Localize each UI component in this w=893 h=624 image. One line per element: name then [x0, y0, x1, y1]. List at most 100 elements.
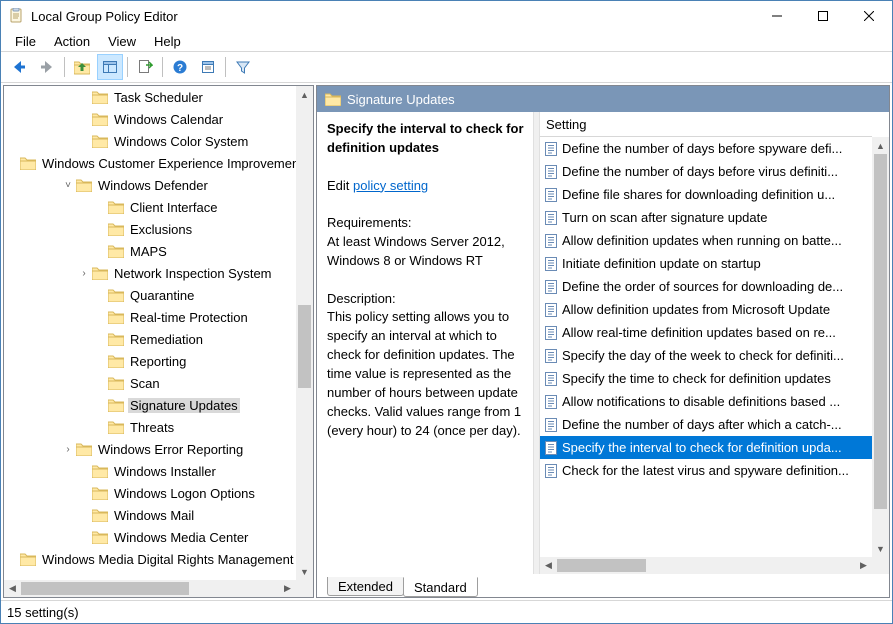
maximize-button[interactable] — [800, 1, 846, 31]
results-pane: Signature Updates Specify the interval t… — [316, 85, 890, 598]
menu-file[interactable]: File — [7, 33, 44, 50]
folder-icon — [108, 332, 124, 346]
list-item-label: Define the number of days after which a … — [562, 417, 842, 432]
tree-item[interactable]: Quarantine — [4, 284, 296, 306]
settings-list-pane: Setting Define the number of days before… — [540, 112, 889, 574]
tree-item[interactable]: Windows Media Center — [4, 526, 296, 548]
scroll-down-icon[interactable]: ▼ — [296, 563, 313, 580]
list-item[interactable]: Specify the interval to check for defini… — [540, 436, 872, 459]
chevron-right-icon[interactable]: › — [60, 444, 76, 455]
tree-item[interactable]: Windows Mail — [4, 504, 296, 526]
list-item[interactable]: Allow definition updates when running on… — [540, 229, 872, 252]
tree-item[interactable]: Real-time Protection — [4, 306, 296, 328]
scroll-right-icon[interactable]: ▶ — [855, 557, 872, 574]
folder-icon — [20, 156, 36, 170]
list-item[interactable]: Allow notifications to disable definitio… — [540, 390, 872, 413]
tab-extended[interactable]: Extended — [327, 577, 404, 596]
tree-item[interactable]: Remediation — [4, 328, 296, 350]
policy-icon — [544, 441, 558, 455]
filter-button[interactable] — [230, 54, 256, 80]
chevron-right-icon[interactable]: › — [76, 268, 92, 279]
minimize-button[interactable] — [754, 1, 800, 31]
tree-item[interactable]: Client Interface — [4, 196, 296, 218]
scroll-left-icon[interactable]: ◀ — [4, 580, 21, 597]
list-hscrollbar[interactable]: ◀ ▶ — [540, 557, 872, 574]
tree-item-label: Windows Calendar — [112, 112, 225, 127]
policy-icon — [544, 372, 558, 386]
list-item[interactable]: Define the number of days before virus d… — [540, 160, 872, 183]
nav-tree[interactable]: Task Scheduler Windows Calendar Windows Co… — [4, 86, 296, 580]
chevron-down-icon[interactable]: ˅ — [60, 180, 76, 191]
tree-hscrollbar[interactable]: ◀ ▶ — [4, 580, 296, 597]
up-button[interactable] — [69, 54, 95, 80]
window-title: Local Group Policy Editor — [31, 9, 178, 24]
list-vscrollbar[interactable]: ▲ ▼ — [872, 137, 889, 557]
list-header[interactable]: Setting — [540, 112, 872, 137]
tree-item[interactable]: MAPS — [4, 240, 296, 262]
list-item-label: Allow definition updates when running on… — [562, 233, 842, 248]
tree-item-label: Network Inspection System — [112, 266, 274, 281]
folder-icon — [92, 112, 108, 126]
list-item[interactable]: Allow real-time definition updates based… — [540, 321, 872, 344]
list-item[interactable]: Initiate definition update on startup — [540, 252, 872, 275]
splitter[interactable] — [533, 112, 540, 574]
help-button[interactable]: ? — [167, 54, 193, 80]
tree-item[interactable]: Windows Color System — [4, 130, 296, 152]
tree-item[interactable]: Windows Logon Options — [4, 482, 296, 504]
tree-item[interactable]: Reporting — [4, 350, 296, 372]
folder-icon — [92, 90, 108, 104]
tree-item[interactable]: ˅Windows Defender — [4, 174, 296, 196]
policy-icon — [544, 142, 558, 156]
tree-item[interactable]: Task Scheduler — [4, 86, 296, 108]
list-item[interactable]: Check for the latest virus and spyware d… — [540, 459, 872, 482]
tree-item[interactable]: Scan — [4, 372, 296, 394]
menu-action[interactable]: Action — [46, 33, 98, 50]
list-item[interactable]: Define the order of sources for download… — [540, 275, 872, 298]
folder-icon — [92, 134, 108, 148]
list-item-label: Initiate definition update on startup — [562, 256, 761, 271]
list-item[interactable]: Allow definition updates from Microsoft … — [540, 298, 872, 321]
tree-item-label: Windows Color System — [112, 134, 250, 149]
tab-standard[interactable]: Standard — [403, 577, 478, 597]
tree-item[interactable]: Threats — [4, 416, 296, 438]
folder-icon — [20, 552, 36, 566]
tree-item[interactable]: Windows Calendar — [4, 108, 296, 130]
tree-item[interactable]: › Network Inspection System — [4, 262, 296, 284]
properties-button[interactable] — [195, 54, 221, 80]
scroll-left-icon[interactable]: ◀ — [540, 557, 557, 574]
tree-item[interactable]: Windows Customer Experience Improvement … — [4, 152, 296, 174]
edit-label: Edit — [327, 178, 353, 193]
export-button[interactable] — [132, 54, 158, 80]
folder-icon — [76, 442, 92, 456]
list-item[interactable]: Turn on scan after signature update — [540, 206, 872, 229]
settings-list[interactable]: Define the number of days before spyware… — [540, 137, 872, 557]
folder-icon — [325, 92, 341, 106]
list-item[interactable]: Define the number of days before spyware… — [540, 137, 872, 160]
tree-item-label: Remediation — [128, 332, 205, 347]
tree-vscrollbar[interactable]: ▲ ▼ — [296, 86, 313, 580]
close-button[interactable] — [846, 1, 892, 31]
tree-item[interactable]: Signature Updates — [4, 394, 296, 416]
folder-icon — [108, 244, 124, 258]
menu-view[interactable]: View — [100, 33, 144, 50]
tree-item[interactable]: Windows Installer — [4, 460, 296, 482]
list-item[interactable]: Define the number of days after which a … — [540, 413, 872, 436]
list-item[interactable]: Define file shares for downloading defin… — [540, 183, 872, 206]
forward-button[interactable] — [34, 54, 60, 80]
scroll-up-icon[interactable]: ▲ — [872, 137, 889, 154]
show-hide-tree-button[interactable] — [97, 54, 123, 80]
folder-icon — [108, 398, 124, 412]
scroll-right-icon[interactable]: ▶ — [279, 580, 296, 597]
edit-policy-link[interactable]: policy setting — [353, 178, 428, 193]
workarea: Task Scheduler Windows Calendar Windows Co… — [1, 83, 892, 600]
list-item[interactable]: Specify the time to check for definition… — [540, 367, 872, 390]
scroll-up-icon[interactable]: ▲ — [296, 86, 313, 103]
tree-pane: Task Scheduler Windows Calendar Windows Co… — [3, 85, 314, 598]
tree-item[interactable]: Windows Media Digital Rights Management — [4, 548, 296, 570]
scroll-down-icon[interactable]: ▼ — [872, 540, 889, 557]
menu-help[interactable]: Help — [146, 33, 189, 50]
tree-item[interactable]: ›Windows Error Reporting — [4, 438, 296, 460]
back-button[interactable] — [6, 54, 32, 80]
tree-item[interactable]: Exclusions — [4, 218, 296, 240]
list-item[interactable]: Specify the day of the week to check for… — [540, 344, 872, 367]
